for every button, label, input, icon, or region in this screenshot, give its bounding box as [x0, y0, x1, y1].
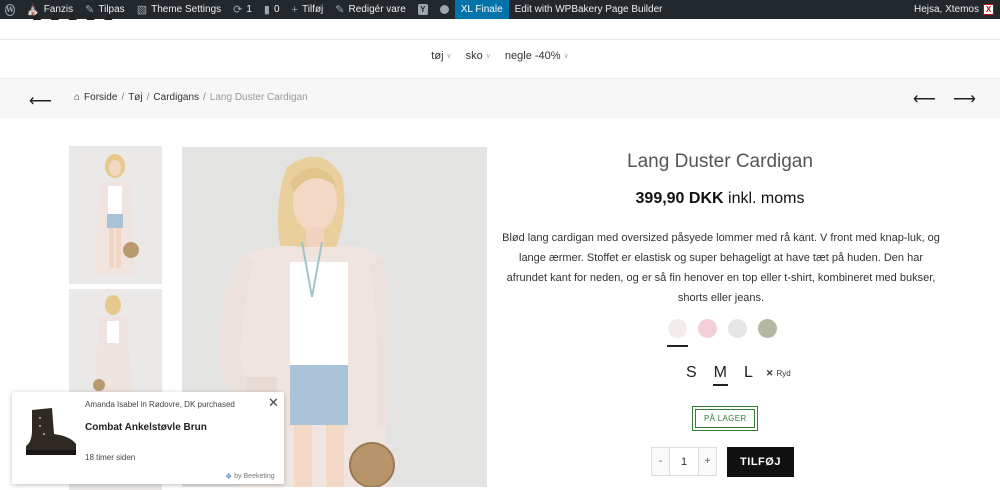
breadcrumb-cardigans-link[interactable]: Cardigans	[153, 92, 199, 103]
breadcrumb-separator: /	[121, 92, 125, 103]
close-icon[interactable]: ✕	[268, 395, 279, 411]
status-dot-icon	[439, 5, 449, 14]
account-menu[interactable]: Hejsa, Xtemos X	[908, 0, 1000, 19]
wp-admin-bar: W ⛪ Fanzis ✎ Tilpas ▧ Theme Settings ⟳ 1…	[0, 0, 1000, 19]
breadcrumb-current: Lang Duster Cardigan	[209, 92, 308, 103]
color-swatch-grey[interactable]	[728, 319, 747, 338]
breadcrumb-separator: /	[146, 92, 150, 103]
new-content-label: Tilføj	[301, 4, 324, 15]
add-to-cart-button[interactable]: TILFØJ	[727, 447, 794, 477]
avatar: X	[983, 4, 994, 15]
back-arrow-icon[interactable]: ⟵	[29, 91, 52, 111]
wpbakery-edit-menu[interactable]: Edit with WPBakery Page Builder	[509, 0, 669, 19]
wordpress-logo-menu[interactable]: W	[0, 0, 20, 19]
color-swatch-light-pink[interactable]	[667, 319, 688, 347]
theme-settings-label: Theme Settings	[151, 4, 222, 15]
breadcrumb-bar: ⟵ ⌂ Forside / Tøj / Cardigans / Lang Dus…	[0, 79, 1000, 118]
chevron-down-icon: ∨	[446, 53, 452, 60]
breadcrumb: ⌂ Forside / Tøj / Cardigans / Lang Duste…	[74, 92, 308, 103]
quantity-increase-button[interactable]: +	[699, 448, 716, 475]
quantity-decrease-button[interactable]: -	[652, 448, 669, 475]
edit-product-menu[interactable]: ✎ Redigér vare	[329, 0, 411, 19]
header-divider	[0, 39, 1000, 40]
model-front-image	[69, 146, 162, 284]
purchase-notification-popup[interactable]: Amanda Isabel in Rødovre, DK purchased C…	[12, 392, 284, 484]
price-amount: 399,90 DKK	[635, 190, 724, 207]
chevron-down-icon: ∨	[563, 53, 569, 60]
folder-icon: ▧	[136, 4, 148, 16]
chevron-down-icon: ∨	[485, 53, 491, 60]
notification-branding: ❖ by Beeketing	[225, 472, 275, 481]
home-icon: ⌂	[74, 92, 81, 103]
quantity-input[interactable]	[669, 448, 699, 475]
updates-count: 1	[246, 4, 252, 15]
product-thumbnail-2[interactable]	[69, 289, 162, 401]
nav-item-label: tøj	[431, 50, 444, 62]
clear-selection-button[interactable]: ✕ Ryd	[766, 368, 791, 379]
yoast-icon: Y	[417, 4, 428, 15]
wpbakery-edit-label: Edit with WPBakery Page Builder	[514, 4, 663, 15]
plus-icon: +	[291, 3, 298, 16]
nav-item-label: negle -40%	[504, 50, 561, 62]
pencil-icon: ✎	[335, 4, 345, 16]
previous-product-arrow-icon[interactable]: ⟵	[913, 89, 936, 109]
breadcrumb-home-link[interactable]: Forside	[84, 92, 117, 103]
comment-icon: ▮	[263, 4, 270, 16]
product-description: Blød lang cardigan med oversized påsyede…	[502, 232, 940, 304]
edit-product-label: Redigér vare	[348, 4, 406, 15]
price-suffix: inkl. moms	[728, 190, 805, 207]
nav-item-shoes[interactable]: sko ∨	[466, 50, 491, 62]
product-title: Lang Duster Cardigan	[627, 151, 813, 172]
nav-item-nails[interactable]: negle -40% ∨	[505, 50, 569, 62]
quantity-stepper: - +	[651, 447, 717, 476]
comments-menu[interactable]: ▮ 0	[258, 0, 286, 19]
status-dot-menu[interactable]	[434, 0, 455, 19]
close-icon: ✕	[765, 367, 774, 378]
account-greeting: Hejsa, Xtemos	[913, 4, 979, 15]
color-swatches	[667, 319, 777, 347]
color-swatch-olive[interactable]	[758, 319, 777, 338]
theme-settings-menu[interactable]: ▧ Theme Settings	[131, 0, 227, 19]
notification-branding-label: by Beeketing	[234, 473, 275, 480]
size-option-l[interactable]: L	[744, 364, 753, 382]
size-option-s[interactable]: S	[686, 364, 697, 382]
product-thumbnail-1[interactable]	[69, 146, 162, 284]
stock-status-label: PÅ LAGER	[695, 409, 756, 428]
xl-finale-menu[interactable]: XL Finale	[454, 0, 509, 19]
clear-selection-label: Ryd	[776, 368, 791, 378]
notification-product-name[interactable]: Combat Ankelstøvle Brun	[85, 422, 207, 433]
model-side-image	[69, 289, 162, 401]
updates-icon: ⟳	[233, 4, 243, 16]
nav-item-clothes[interactable]: tøj ∨	[431, 50, 451, 62]
comments-count: 0	[273, 4, 280, 15]
site-logo[interactable]: ▲▲▲▲▲▲	[30, 14, 120, 22]
breadcrumb-clothes-link[interactable]: Tøj	[128, 92, 142, 103]
beeketing-icon: ❖	[225, 472, 233, 481]
notification-time: 18 timer siden	[85, 453, 136, 462]
color-swatch-pink[interactable]	[698, 319, 717, 338]
new-content-menu[interactable]: + Tilføj	[286, 0, 330, 19]
stock-status-badge: PÅ LAGER	[692, 406, 759, 431]
boot-product-image	[18, 400, 84, 460]
yoast-seo-menu[interactable]: Y	[412, 0, 434, 19]
updates-menu[interactable]: ⟳ 1	[227, 0, 258, 19]
product-price: 399,90 DKK inkl. moms	[560, 190, 880, 208]
next-product-arrow-icon[interactable]: ⟶	[953, 89, 976, 109]
main-navigation: tøj ∨ sko ∨ negle -40% ∨	[0, 50, 1000, 62]
size-selector: S M L ✕ Ryd	[686, 364, 791, 386]
nav-item-label: sko	[465, 50, 483, 62]
wordpress-icon: W	[5, 3, 15, 16]
breadcrumb-separator: /	[203, 92, 206, 103]
notification-buyer-text: Amanda Isabel in Rødovre, DK purchased	[85, 400, 235, 409]
size-option-m[interactable]: M	[712, 364, 729, 386]
xl-finale-label: XL Finale	[460, 4, 503, 15]
